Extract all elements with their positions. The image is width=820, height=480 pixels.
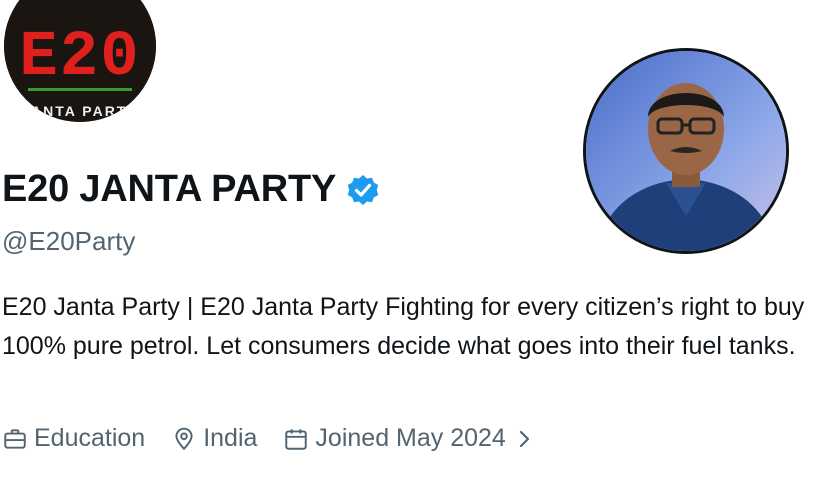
- chevron-right-icon[interactable]: [516, 428, 534, 450]
- profile-avatar[interactable]: E20 JANTA PARTY: [4, 0, 156, 122]
- briefcase-icon: [4, 428, 26, 449]
- person-photo-image: [586, 51, 786, 251]
- meta-location: India: [171, 424, 257, 453]
- person-photo: [583, 48, 789, 254]
- calendar-icon: [285, 428, 308, 450]
- meta-category-label: Education: [34, 424, 146, 452]
- logo-subtext: JANTA PARTY: [21, 103, 138, 119]
- profile-handle: @E20Party: [2, 226, 136, 256]
- meta-location-label: India: [203, 424, 258, 452]
- logo-underline: [28, 88, 132, 91]
- profile-meta-row: Education India Joined May 2024: [2, 424, 566, 453]
- meta-joined-label: Joined May 2024: [315, 424, 506, 452]
- profile-name: E20 JANTA PARTY: [2, 168, 337, 210]
- logo-text: E20: [19, 22, 140, 94]
- location-pin-icon: [175, 427, 193, 450]
- profile-name-row: E20 JANTA PARTY: [2, 168, 380, 211]
- meta-joined[interactable]: Joined May 2024: [283, 424, 539, 453]
- profile-bio: E20 Janta Party | E20 Janta Party Fighti…: [2, 293, 805, 360]
- e20-logo: E20 JANTA PARTY: [4, 0, 156, 122]
- verified-badge-icon[interactable]: [346, 173, 380, 207]
- meta-category: Education: [2, 424, 145, 453]
